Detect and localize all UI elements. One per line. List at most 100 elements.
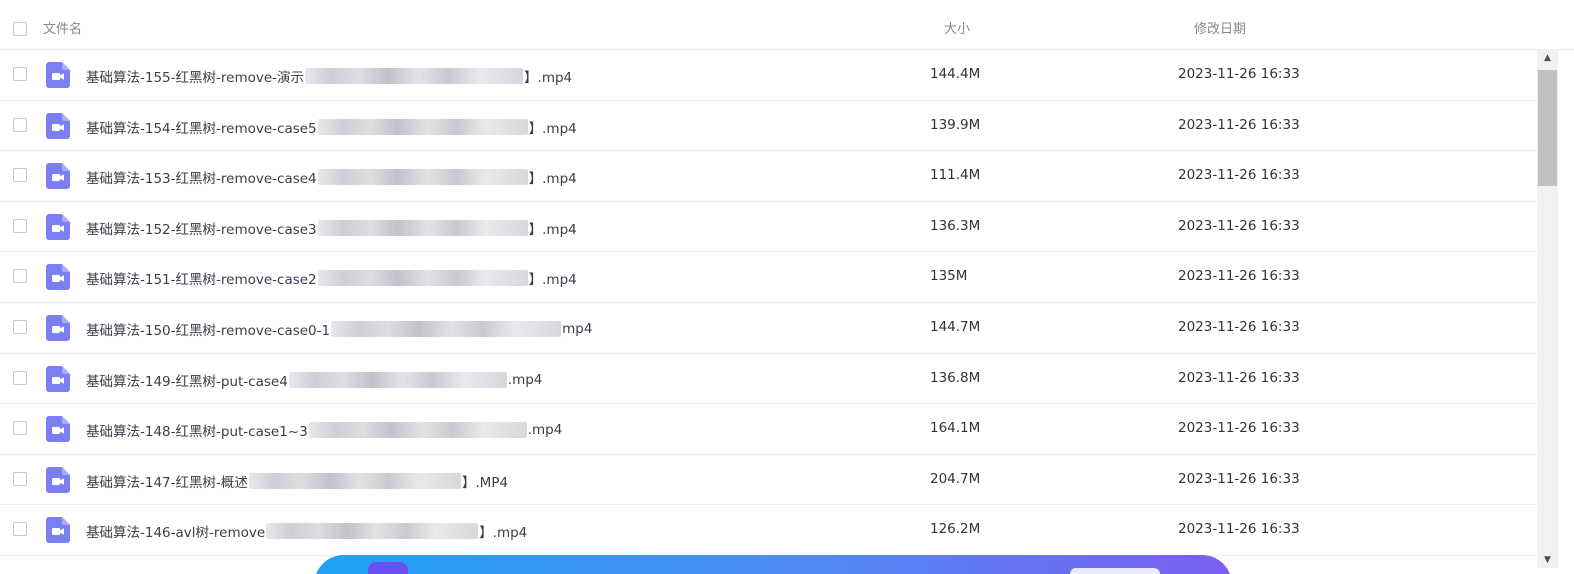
row-checkbox[interactable] [13,168,27,183]
column-header-size[interactable]: 大小 [944,18,970,37]
file-size: 126.2M [930,521,981,538]
video-file-icon [46,517,70,544]
file-name-prefix: 基础算法-147-红黑树-概述 [86,474,248,491]
redacted-text [331,320,562,337]
row-checkbox[interactable] [13,269,27,284]
file-date: 2023-11-26 16:33 [1178,167,1300,184]
vertical-scrollbar[interactable]: ▲ ▼ [1537,50,1558,568]
video-file-icon [46,62,70,88]
file-name-suffix: 】.mp4 [528,171,577,188]
file-list-app: 文件名 大小 修改日期 基础算法-155-红黑树-remove-演示 】.mp4 1… [0,0,1574,574]
redacted-text [305,68,524,84]
column-header-name[interactable]: 文件名 [43,18,82,37]
banner-button[interactable] [1070,568,1160,574]
redacted-text [248,472,461,489]
file-date: 2023-11-26 16:33 [1178,217,1300,234]
file-size: 144.7M [930,318,981,335]
table-row[interactable]: 基础算法-152-红黑树-remove-case3 】.mp4 136.3M 2023… [0,202,1537,253]
file-name-suffix: 】.mp4 [528,221,577,238]
video-file-icon [46,466,70,493]
file-size: 111.4M [930,167,981,184]
file-date: 2023-11-26 16:33 [1178,116,1300,133]
table-row[interactable]: 基础算法-150-红黑树-remove-case0-1 mp4 144.7M 2023… [0,303,1537,354]
file-name-prefix: 基础算法-155-红黑树-remove-演示 [86,70,305,86]
video-file-icon [46,314,70,341]
file-date: 2023-11-26 16:33 [1178,66,1300,82]
redacted-text [317,118,528,135]
file-name-prefix: 基础算法-149-红黑树-put-case4 [86,373,288,390]
redacted-text [317,219,528,236]
file-size: 144.4M [930,66,981,82]
column-header-date[interactable]: 修改日期 [1194,18,1246,37]
file-name-prefix: 基础算法-152-红黑树-remove-case3 [86,221,317,238]
banner-mascot-icon [368,562,408,574]
scroll-up-arrow-icon[interactable]: ▲ [1537,50,1558,66]
row-checkbox[interactable] [13,67,27,81]
table-row[interactable]: 基础算法-151-红黑树-remove-case2 】.mp4 135M 2023-1… [0,252,1537,303]
row-checkbox[interactable] [13,117,27,132]
file-name-prefix: 基础算法-150-红黑树-remove-case0-1 [86,322,331,339]
file-size: 164.1M [930,420,981,437]
row-checkbox[interactable] [13,319,27,334]
file-name[interactable]: 基础算法-155-红黑树-remove-演示 】.mp4 [86,66,572,86]
file-name-suffix: 】.mp4 [524,70,573,86]
file-name-suffix: .mp4 [507,371,543,388]
video-file-icon [46,416,70,443]
file-date: 2023-11-26 16:33 [1178,369,1300,386]
redacted-text [288,371,507,388]
file-name[interactable]: 基础算法-147-红黑树-概述 】.MP4 [86,471,508,491]
file-name[interactable]: 基础算法-153-红黑树-remove-case4 】.mp4 [86,167,577,187]
file-size: 204.7M [930,470,981,487]
redacted-text [317,270,528,287]
file-name-suffix: 】.mp4 [479,525,528,542]
table-row[interactable]: 基础算法-149-红黑树-put-case4 .mp4 136.8M 2023-11-… [0,354,1537,405]
video-file-icon [46,264,70,291]
redacted-text [308,422,527,439]
row-checkbox[interactable] [13,471,27,486]
table-row[interactable]: 基础算法-155-红黑树-remove-演示 】.mp4 144.4M 2023-11… [0,50,1537,101]
video-file-icon [46,163,70,190]
file-date: 2023-11-26 16:33 [1178,318,1300,335]
file-size: 139.9M [930,116,981,133]
file-name-prefix: 基础算法-148-红黑树-put-case1~3 [86,424,308,441]
file-size: 135M [930,268,968,285]
table-row[interactable]: 基础算法-148-红黑树-put-case1~3 .mp4 164.1M 2023-1… [0,404,1537,455]
file-name[interactable]: 基础算法-148-红黑树-put-case1~3 .mp4 [86,420,562,440]
row-checkbox[interactable] [13,370,27,385]
file-name[interactable]: 基础算法-146-avl树-remove 】.mp4 [86,521,527,541]
row-checkbox[interactable] [13,218,27,233]
file-name-suffix: 】.MP4 [461,474,509,491]
table-row[interactable]: 基础算法-146-avl树-remove 】.mp4 126.2M 2023-11-2… [0,505,1537,556]
table-row[interactable]: 基础算法-147-红黑树-概述 】.MP4 204.7M 2023-11-26 16:… [0,455,1537,506]
file-name[interactable]: 基础算法-151-红黑树-remove-case2 】.mp4 [86,268,577,288]
file-name-prefix: 基础算法-151-红黑树-remove-case2 [86,272,317,289]
file-date: 2023-11-26 16:33 [1178,420,1300,437]
table-row[interactable]: 基础算法-154-红黑树-remove-case5 】.mp4 139.9M 2023… [0,101,1537,152]
select-all-checkbox[interactable] [13,22,27,36]
file-name[interactable]: 基础算法-154-红黑树-remove-case5 】.mp4 [86,117,577,137]
file-name[interactable]: 基础算法-150-红黑树-remove-case0-1 mp4 [86,319,592,339]
file-name[interactable]: 基础算法-149-红黑树-put-case4 .mp4 [86,370,542,390]
file-name-suffix: 】.mp4 [528,272,577,289]
table-row[interactable]: 基础算法-153-红黑树-remove-case4 】.mp4 111.4M 2023… [0,151,1537,202]
file-name-prefix: 基础算法-153-红黑树-remove-case4 [86,171,317,188]
table-header: 文件名 大小 修改日期 [0,0,1574,50]
redacted-text [266,523,479,540]
file-name-prefix: 基础算法-154-红黑树-remove-case5 [86,120,317,137]
video-file-icon [46,112,70,139]
file-name[interactable]: 基础算法-152-红黑树-remove-case3 】.mp4 [86,218,577,238]
file-date: 2023-11-26 16:33 [1178,268,1300,285]
row-checkbox[interactable] [13,522,27,537]
scroll-thumb[interactable] [1538,70,1557,186]
video-file-icon [46,213,70,240]
file-date: 2023-11-26 16:33 [1178,470,1300,487]
file-size: 136.8M [930,369,981,386]
scroll-down-arrow-icon[interactable]: ▼ [1537,552,1558,568]
file-date: 2023-11-26 16:33 [1178,521,1300,538]
file-list: 基础算法-155-红黑树-remove-演示 】.mp4 144.4M 2023-11… [0,50,1537,560]
file-name-prefix: 基础算法-146-avl树-remove [86,525,266,542]
row-checkbox[interactable] [13,421,27,436]
redacted-text [317,169,528,186]
file-name-suffix: mp4 [562,320,593,337]
video-file-icon [46,365,70,392]
